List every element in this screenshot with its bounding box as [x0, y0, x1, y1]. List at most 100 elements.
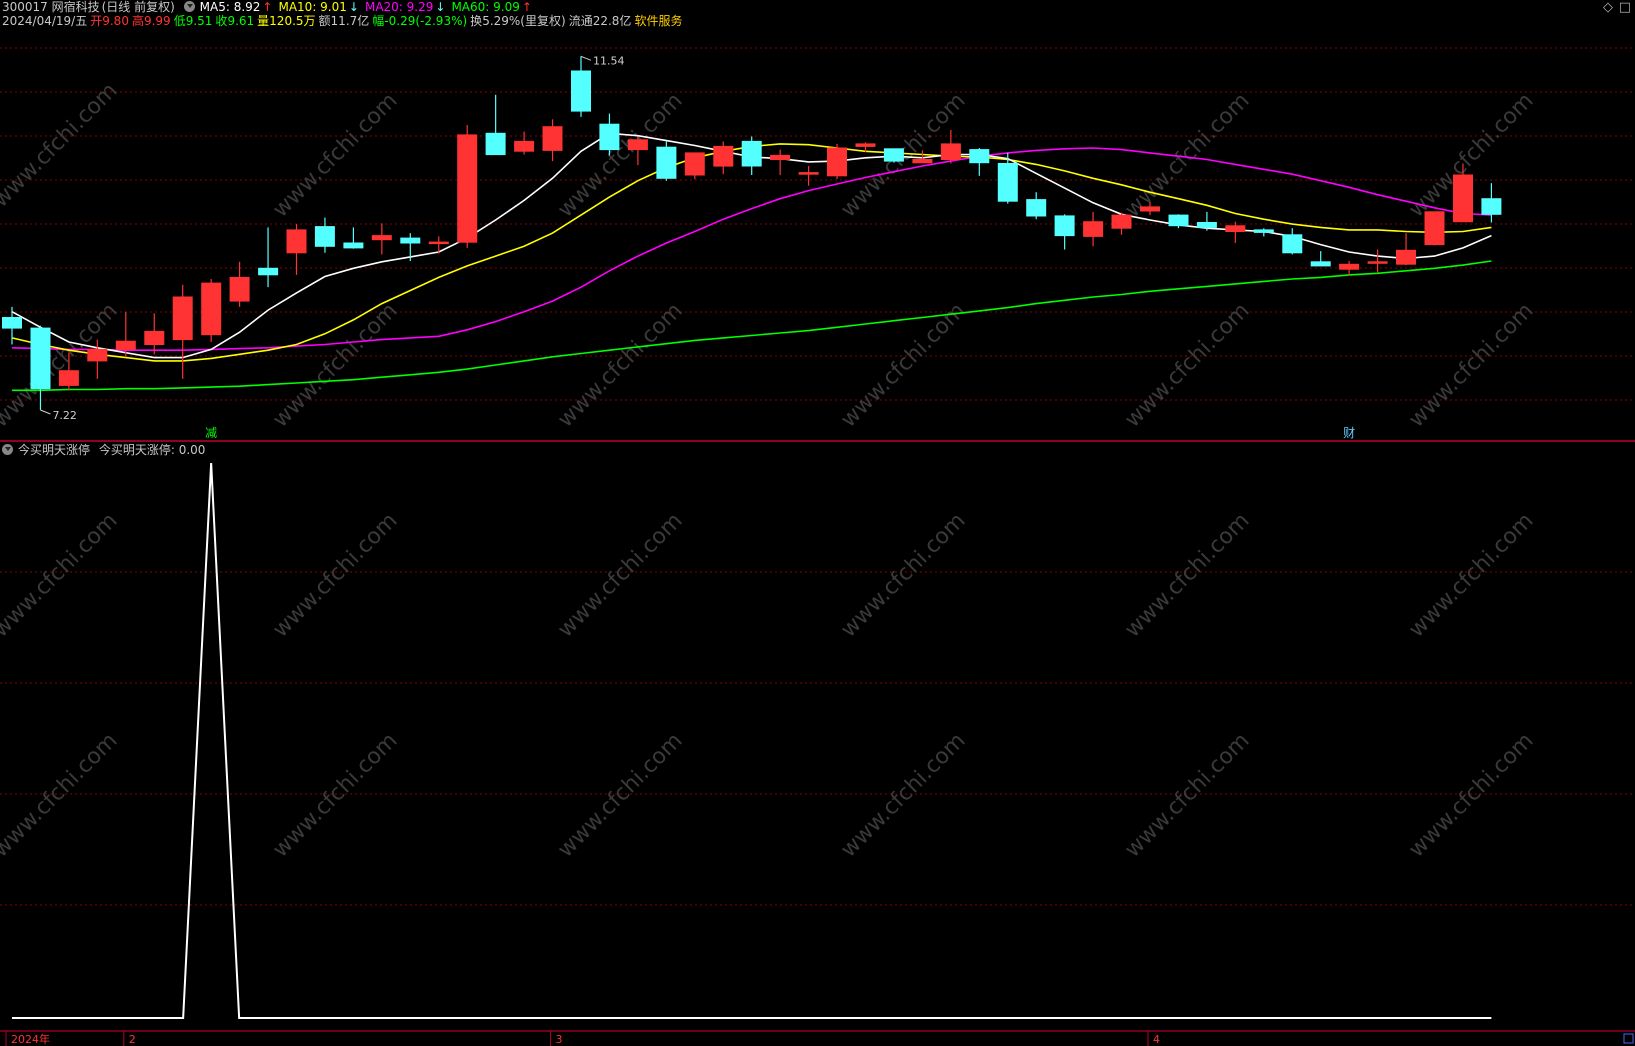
stock-chart[interactable]: www.cfchi.com www.cfchi.com www.cfchi.com w… [0, 0, 1635, 1046]
window-square-icon[interactable]: □ [1619, 0, 1631, 15]
candle[interactable] [1111, 212, 1132, 235]
candle[interactable] [1339, 260, 1360, 276]
candle[interactable] [371, 223, 392, 255]
ma-values: MA5: 8.92 ↑ MA10: 9.01 ↓ MA20: 9.29 ↓ MA60: 9.… [200, 0, 538, 14]
candle[interactable] [713, 141, 734, 175]
candle[interactable] [343, 227, 364, 249]
candle[interactable] [1168, 214, 1189, 229]
turnover-field: 换5.29%(里复权) [470, 14, 566, 28]
candle-body [1253, 229, 1274, 233]
ma-value-2: MA20: 9.29 [364, 0, 434, 14]
candle-body [514, 140, 535, 152]
ma-value-0: MA5: 8.92 [199, 0, 261, 14]
time-tick-label: 2024年 [11, 1032, 50, 1046]
candle-body [172, 296, 193, 341]
candle[interactable] [940, 129, 961, 164]
watermark-text-10: www.cfchi.com [1120, 298, 1254, 432]
ma-value-3: MA60: 9.09 [451, 0, 520, 14]
candle[interactable] [1282, 228, 1303, 255]
time-tick-label: 4 [1153, 1033, 1160, 1046]
candle[interactable] [1310, 251, 1331, 267]
candle[interactable] [1367, 249, 1388, 273]
candle[interactable] [798, 166, 819, 186]
candle-body [997, 163, 1018, 202]
candle-body [1140, 206, 1160, 212]
candle[interactable] [229, 261, 250, 307]
low-price-label: 7.22 [52, 409, 76, 422]
float-field: 流通22.8亿 [568, 14, 632, 28]
candle[interactable] [542, 119, 563, 162]
amount-field: 额11.7亿 [318, 14, 370, 28]
high-price-label: 11.54 [593, 54, 625, 67]
watermark-text-11: www.cfchi.com [1404, 298, 1538, 432]
watermark-text-14: www.cfchi.com [553, 508, 687, 642]
candle[interactable] [1225, 221, 1246, 243]
candle-body [741, 140, 762, 167]
watermark-text-0: www.cfchi.com [0, 78, 123, 212]
candle[interactable] [827, 143, 847, 180]
candle[interactable] [969, 147, 990, 176]
candle-body [1111, 214, 1132, 229]
ma10-line [11, 143, 1492, 362]
time-tick-label: 3 [556, 1033, 563, 1046]
candle-body [656, 146, 677, 179]
candle[interactable] [314, 217, 335, 253]
candle[interactable] [656, 141, 677, 181]
diamond-icon[interactable]: ◇ [1603, 0, 1613, 15]
candle-body [827, 147, 847, 177]
watermark-text-8: www.cfchi.com [553, 298, 687, 432]
indicator-header: 今买明天涨停 今买明天涨停: 0.00 [2, 442, 210, 458]
candle-body [201, 282, 222, 336]
candle[interactable] [1054, 214, 1075, 250]
candle-body [1424, 211, 1445, 246]
candle-body [1310, 261, 1331, 267]
candle[interactable] [258, 227, 279, 288]
candle[interactable] [144, 313, 165, 355]
candle[interactable] [741, 136, 762, 176]
candle-body [115, 340, 136, 350]
candle-body [1282, 234, 1303, 254]
ma-trend-arrow-3: ↑ [521, 0, 532, 14]
candle-body [798, 172, 819, 175]
candle-body [1168, 214, 1189, 227]
candle[interactable] [883, 148, 904, 163]
candle-body [1339, 263, 1360, 270]
stock-code-name[interactable]: 300017 网宿科技 [2, 0, 100, 14]
candle[interactable] [485, 94, 506, 156]
candle[interactable] [172, 284, 193, 379]
watermark: www.cfchi.com www.cfchi.com www.cfchi.com w… [0, 78, 1539, 862]
candle[interactable] [201, 278, 222, 343]
candle[interactable] [286, 224, 307, 275]
candle[interactable] [1026, 192, 1047, 220]
indicator-dropdown-icon[interactable] [2, 444, 13, 455]
watermark-text-4: www.cfchi.com [1120, 88, 1254, 222]
candle[interactable] [599, 113, 620, 156]
candle[interactable] [1396, 233, 1416, 266]
candle-body [87, 348, 108, 362]
close-field: 收9.61 [215, 14, 255, 28]
candle-body [969, 149, 990, 164]
candle[interactable] [1083, 211, 1104, 247]
candle-body [1054, 215, 1075, 237]
candle[interactable] [1253, 228, 1274, 237]
candle[interactable] [457, 125, 478, 248]
candle[interactable] [1424, 211, 1445, 246]
sector-tag[interactable]: 软件服务 [634, 14, 682, 28]
candle[interactable] [770, 149, 791, 176]
low-pointer [40, 409, 51, 415]
candle[interactable] [514, 131, 535, 155]
candle-body [571, 70, 591, 112]
candle[interactable] [571, 56, 591, 117]
high-field: 高9.99 [131, 14, 171, 28]
candle-body [684, 152, 705, 176]
scroll-corner-icon[interactable] [1623, 1033, 1634, 1044]
candle[interactable] [400, 233, 421, 261]
candle[interactable] [1481, 183, 1502, 223]
candle-body [1453, 174, 1473, 223]
indicator-name[interactable]: 今买明天涨停 [18, 443, 90, 457]
candle[interactable] [1196, 211, 1217, 231]
period-label[interactable]: (日线 前复权) [102, 0, 175, 14]
candle[interactable] [428, 236, 449, 254]
candle[interactable] [684, 152, 705, 180]
ma-settings-dropdown-icon[interactable] [183, 1, 195, 12]
